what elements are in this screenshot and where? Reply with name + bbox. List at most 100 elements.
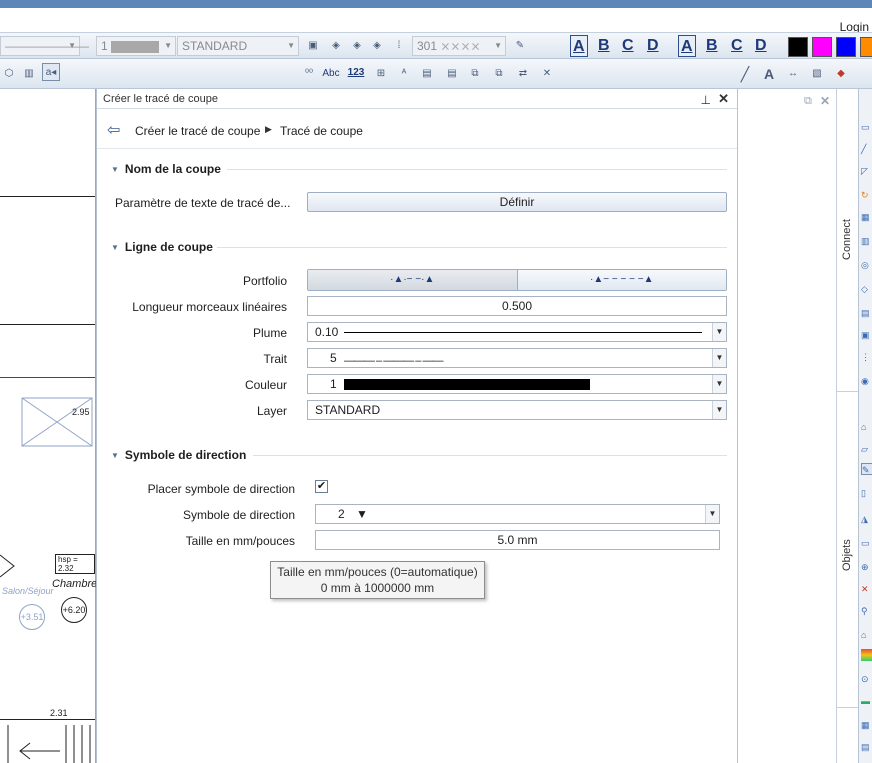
layer-settings-icon[interactable]: ▣: [304, 37, 322, 55]
doc-edit-icon[interactable]: ⧉: [490, 65, 508, 83]
text-align-icon[interactable]: a◂: [42, 63, 60, 81]
tool-icon-20[interactable]: ✕: [861, 583, 872, 595]
hatch-icon[interactable]: ⁞: [390, 37, 408, 55]
tool-icon-5[interactable]: ▦: [861, 211, 872, 223]
tool-icon-4[interactable]: ↻: [861, 189, 872, 201]
chevron-down-icon[interactable]: ▼: [712, 401, 726, 419]
tool-icon-24[interactable]: ⊙: [861, 673, 872, 685]
length-input[interactable]: 0.500: [307, 296, 727, 316]
color-select[interactable]: 1 ▼: [307, 374, 727, 394]
color-swatch-orange[interactable]: [860, 37, 872, 57]
dimension-icon[interactable]: ⁰⁰: [300, 65, 318, 83]
tool-icon-6[interactable]: ▥: [861, 235, 872, 247]
tool-icon-23[interactable]: [861, 649, 872, 661]
text-style-a[interactable]: A: [570, 35, 588, 57]
section-name-header[interactable]: ▼ Nom de la coupe: [111, 162, 221, 176]
tool-icon-13[interactable]: ⌂: [861, 421, 872, 433]
tool-icon-25[interactable]: ▬: [861, 695, 872, 707]
tool-icon-19[interactable]: ⊕: [861, 561, 872, 573]
pen-select[interactable]: 0.10 ▼: [307, 322, 727, 342]
color-swatch-blue[interactable]: [836, 37, 856, 57]
section-direction-header[interactable]: ▼ Symbole de direction: [111, 448, 246, 462]
place-direction-checkbox[interactable]: ✔: [315, 480, 328, 493]
tool-icon-17[interactable]: ◮: [861, 513, 872, 525]
restore-icon[interactable]: ⧉: [804, 95, 812, 108]
pin-icon[interactable]: ⊥: [701, 90, 711, 110]
stamp-tool-icon[interactable]: ▧: [808, 65, 826, 83]
direction-symbol-select[interactable]: 2 ▼ ▼: [315, 504, 720, 524]
doc2-icon[interactable]: ▤: [443, 65, 461, 83]
text-style2-a[interactable]: A: [678, 35, 696, 57]
portfolio-option-continuous[interactable]: ·▲− − − − −▲: [517, 270, 726, 290]
line-style-combo[interactable]: ——————— ▼: [0, 36, 89, 56]
tool-icon-3[interactable]: ◸: [861, 165, 872, 177]
book-icon[interactable]: ▥: [20, 65, 38, 83]
abc-label-icon[interactable]: Abc: [320, 65, 342, 83]
text-style-c[interactable]: C: [622, 35, 634, 57]
collapse-icon[interactable]: ▼: [111, 243, 119, 252]
cube-icon[interactable]: ⬡: [0, 65, 18, 83]
close-icon[interactable]: ✕: [718, 89, 729, 109]
tool-icon-15-selected[interactable]: ✎: [861, 463, 872, 475]
tool-icon-9[interactable]: ▤: [861, 307, 872, 319]
right-icon-bar: ▭ ╱ ◸ ↻ ▦ ▥ ◎ ◇ ▤ ▣ ⋮ ◉ ⌂ ▱ ✎ ▯ ◮ ▭ ⊕ ✕ …: [858, 89, 872, 763]
tool-icon-26[interactable]: ▦: [861, 719, 872, 731]
chevron-down-icon[interactable]: ▼: [712, 323, 726, 341]
section-line-header[interactable]: ▼ Ligne de coupe: [111, 240, 213, 254]
layer-stack2-icon[interactable]: ◈: [348, 37, 366, 55]
text-style2-d[interactable]: D: [755, 35, 767, 57]
tool-icon-12[interactable]: ◉: [861, 375, 872, 387]
text-style-b[interactable]: B: [598, 35, 610, 57]
line-select[interactable]: 5 ——— – ——— – —— ▼: [307, 348, 727, 368]
line-tool-icon[interactable]: ╱: [736, 65, 754, 83]
define-button[interactable]: Définir: [307, 192, 727, 212]
abc-grid-icon[interactable]: ᴬ: [395, 65, 413, 83]
tool-icon-2[interactable]: ╱: [861, 143, 872, 155]
chevron-down-icon[interactable]: ▼: [712, 375, 726, 393]
tool-icon-16[interactable]: ▯: [861, 487, 872, 499]
text-tool-icon[interactable]: A: [760, 65, 778, 83]
layer-select[interactable]: STANDARD ▼: [307, 400, 727, 420]
grid-label-icon[interactable]: ⊞: [372, 65, 390, 83]
doc-delete-icon[interactable]: ✕: [538, 65, 556, 83]
tab-objects[interactable]: Objets: [841, 539, 853, 571]
number-label-icon[interactable]: 123: [346, 64, 366, 82]
tool-icon-18[interactable]: ▭: [861, 537, 872, 549]
drawing-canvas[interactable]: 2.95 hsp = 2.32 Chambre Salon/Séjour +6.…: [0, 89, 97, 763]
tool-icon-7[interactable]: ◎: [861, 259, 872, 271]
tool-icon-10[interactable]: ▣: [861, 329, 872, 341]
tool-icon-1[interactable]: ▭: [861, 121, 872, 133]
tool-icon-22[interactable]: ⌂: [861, 629, 872, 641]
collapse-icon[interactable]: ▼: [111, 165, 119, 174]
tab-connect[interactable]: Connect: [841, 219, 853, 260]
size-input[interactable]: 5.0 mm: [315, 530, 720, 550]
portfolio-option-segmented[interactable]: ·▲·− −·▲: [308, 270, 518, 290]
chevron-down-icon[interactable]: ▼: [705, 505, 719, 523]
dim-tool-icon[interactable]: ↔: [784, 65, 802, 83]
format-painter-icon[interactable]: ✎: [511, 37, 529, 55]
back-arrow-icon[interactable]: ⇦: [107, 120, 120, 140]
hatch-combo[interactable]: 301 ⨯⨯⨯⨯ ▼: [412, 36, 506, 56]
color-swatch-magenta[interactable]: [812, 37, 832, 57]
doc-icon[interactable]: ▤: [418, 65, 436, 83]
doc-link-icon[interactable]: ⧉: [466, 65, 484, 83]
breadcrumb-item-1[interactable]: Créer le tracé de coupe: [135, 124, 260, 138]
close-icon[interactable]: ✕: [820, 94, 830, 108]
color-swatch-black[interactable]: [788, 37, 808, 57]
tool-icon-8[interactable]: ◇: [861, 283, 872, 295]
tool-icon-21[interactable]: ⚲: [861, 605, 872, 617]
text-style-d[interactable]: D: [647, 35, 659, 57]
doc-move-icon[interactable]: ⇄: [514, 65, 532, 83]
layer-stack-icon[interactable]: ◈: [327, 37, 345, 55]
layer-stack3-icon[interactable]: ◈: [368, 37, 386, 55]
collapse-icon[interactable]: ▼: [111, 451, 119, 460]
tool-icon-14[interactable]: ▱: [861, 443, 872, 455]
pen-combo[interactable]: 1 ▼: [96, 36, 176, 56]
eraser-icon[interactable]: ◆: [832, 65, 850, 83]
chevron-down-icon[interactable]: ▼: [712, 349, 726, 367]
layer-combo[interactable]: STANDARD ▼: [177, 36, 299, 56]
text-style2-b[interactable]: B: [706, 35, 718, 57]
tool-icon-27[interactable]: ▤: [861, 741, 872, 753]
tool-icon-11[interactable]: ⋮: [861, 351, 872, 363]
text-style2-c[interactable]: C: [731, 35, 743, 57]
